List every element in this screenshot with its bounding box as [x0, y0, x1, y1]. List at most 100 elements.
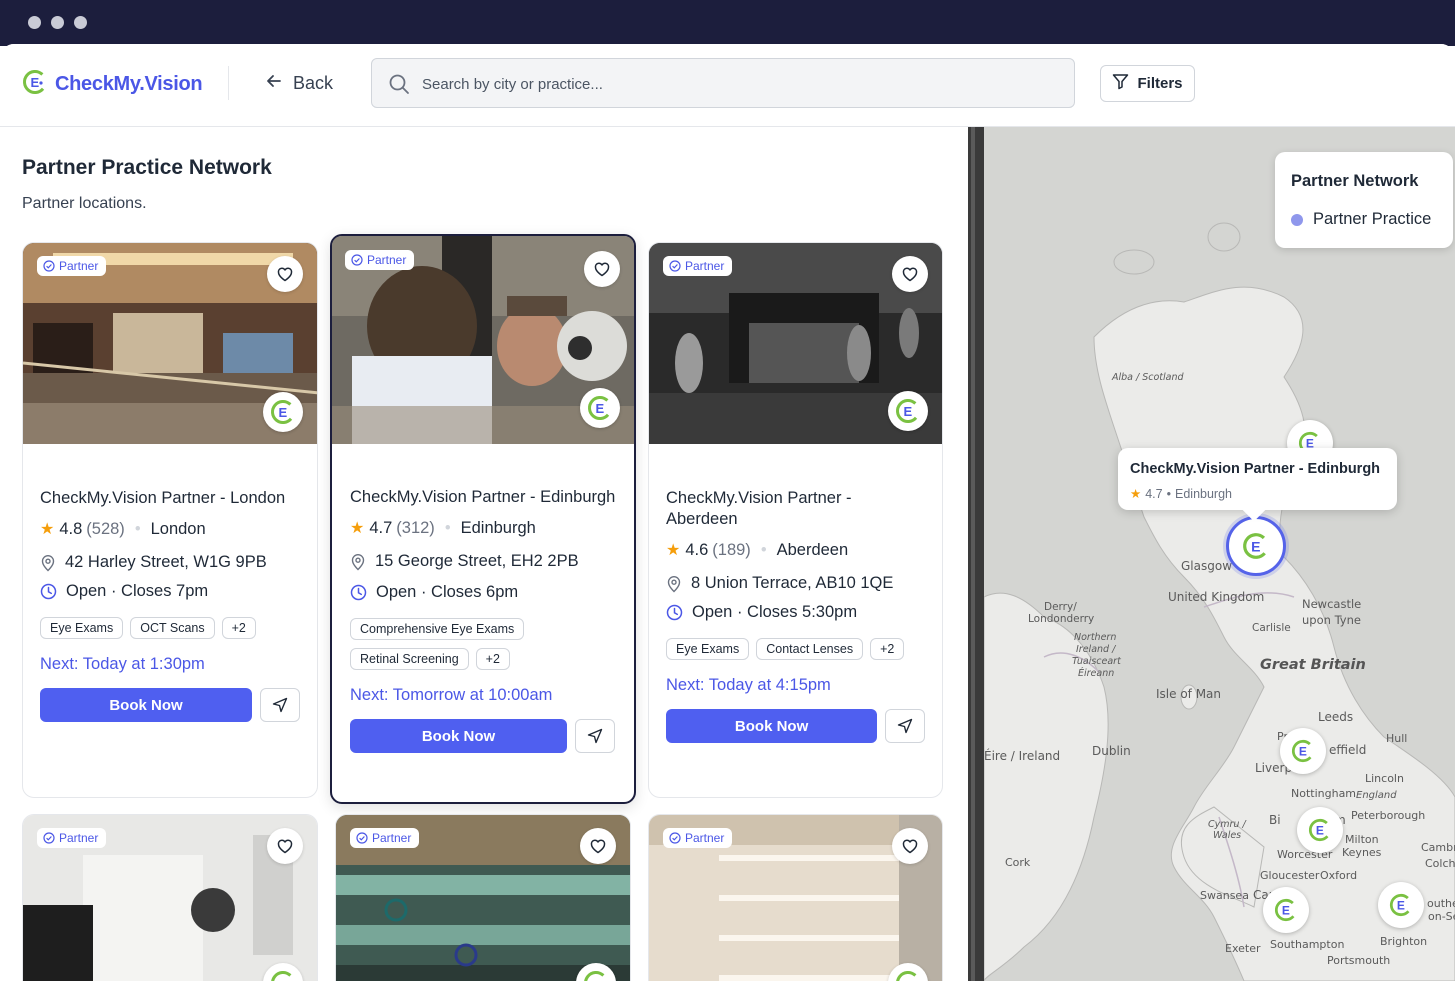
practice-card-edinburgh[interactable]: Partner E CheckMy.Vision Partner - Edinb… — [330, 234, 636, 804]
opening-hours: Open · Closes 6pm — [376, 583, 519, 601]
separator-dot: • — [760, 540, 767, 559]
map-label-newcastle-2: upon Tyne — [1302, 613, 1361, 627]
check-circle-icon — [351, 254, 363, 266]
map-label-milton-2: Keynes — [1342, 846, 1382, 859]
svg-text:E: E — [279, 405, 288, 420]
svg-text:E: E — [1397, 899, 1405, 913]
clock-icon — [350, 584, 367, 601]
opening-hours: Open · Closes 5:30pm — [692, 603, 858, 621]
more-tags-badge[interactable]: +2 — [221, 617, 256, 639]
map-marker-london[interactable]: E — [1378, 882, 1424, 928]
service-tag: Eye Exams — [40, 617, 124, 639]
favorite-button[interactable] — [267, 256, 303, 292]
scrollbar-thumb[interactable] — [971, 127, 975, 981]
favorite-button[interactable] — [584, 251, 620, 287]
practice-card-6[interactable]: Partner — [648, 814, 943, 981]
rating-value: 4.8 — [59, 519, 83, 538]
map-label-hull: Hull — [1386, 732, 1408, 745]
partner-badge-label: Partner — [59, 831, 99, 845]
map-marker-birmingham[interactable]: E — [1297, 807, 1343, 853]
next-availability: Next: Tomorrow at 10:00am — [350, 686, 553, 704]
map-label-great-britain: Great Britain — [1260, 657, 1366, 673]
practice-card-5[interactable]: Partner — [335, 814, 631, 981]
navigation-arrow-icon — [272, 697, 288, 713]
filters-button[interactable]: Filters — [1100, 65, 1195, 102]
partner-badge-label: Partner — [685, 259, 725, 273]
window-control-maximize[interactable] — [74, 16, 87, 29]
window-control-close[interactable] — [28, 16, 41, 29]
service-tag: Contact Lenses — [756, 638, 864, 660]
search-input[interactable] — [422, 71, 1042, 97]
favorite-button[interactable] — [892, 828, 928, 864]
service-tag: Retinal Screening — [350, 648, 469, 670]
map-label-portsmouth: Portsmouth — [1327, 954, 1391, 967]
panel-scrollbar[interactable] — [968, 127, 984, 981]
map-marker-bristol[interactable]: E — [1263, 887, 1309, 933]
map-marker-manchester[interactable]: E — [1280, 728, 1326, 774]
rating-value: 4.6 — [685, 540, 709, 559]
practice-name: CheckMy.Vision Partner - Edinburgh — [350, 488, 616, 506]
book-now-button[interactable]: Book Now — [666, 709, 878, 743]
card-actions: Book Now — [40, 688, 300, 722]
card-actions: Book Now — [666, 709, 925, 743]
map-label-swansea: Swansea — [1200, 889, 1249, 902]
map-label-uk: United Kingdom — [1168, 590, 1265, 604]
favorite-button[interactable] — [267, 828, 303, 864]
address-row: 42 Harley Street, W1G 9PB — [40, 553, 300, 572]
map-label-gloucester: Gloucester — [1260, 869, 1320, 882]
book-now-button[interactable]: Book Now — [350, 719, 567, 753]
service-tag: Eye Exams — [666, 638, 750, 660]
address-row: 15 George Street, EH2 2PB — [350, 552, 616, 571]
tooltip-city: Edinburgh — [1175, 486, 1232, 501]
card-body: CheckMy.Vision Partner - Edinburgh ★ 4.7… — [350, 487, 616, 753]
address: 8 Union Terrace, AB10 1QE — [691, 574, 894, 592]
rating-value: 4.7 — [369, 518, 393, 537]
review-count: (189) — [712, 540, 751, 559]
hours-row: Open · Closes 6pm — [350, 583, 616, 602]
practice-card-4[interactable]: Partner — [22, 814, 318, 981]
star-icon: ★ — [40, 521, 55, 538]
top-header: E CheckMy.Vision Back Filters — [0, 44, 1455, 127]
filter-icon — [1112, 73, 1129, 94]
rating-row: ★ 4.7 (312) • Edinburgh — [350, 518, 616, 538]
address: 15 George Street, EH2 2PB — [375, 552, 579, 570]
window-control-minimize[interactable] — [51, 16, 64, 29]
check-circle-icon — [669, 260, 681, 272]
map-label-scotland: Alba / Scotland — [1112, 372, 1184, 383]
hours-row: Open · Closes 7pm — [40, 582, 300, 601]
address-row: 8 Union Terrace, AB10 1QE — [666, 574, 925, 593]
more-tags-badge[interactable]: +2 — [870, 638, 905, 660]
page-title: Partner Practice Network — [22, 156, 272, 179]
legend-item-label: Partner Practice — [1313, 210, 1432, 228]
back-button[interactable]: Back — [264, 71, 333, 96]
heart-icon — [277, 267, 293, 282]
map-label-ni-2: Ireland / — [1076, 644, 1116, 655]
window-titlebar — [0, 0, 1455, 46]
directions-button[interactable] — [260, 688, 300, 722]
map-label-colchester: Colche — [1425, 857, 1455, 870]
tooltip-rating: 4.7 — [1145, 486, 1163, 501]
book-now-button[interactable]: Book Now — [40, 688, 252, 722]
uk-map-land — [984, 127, 1455, 981]
map-label-england: England — [1356, 790, 1397, 801]
map-view[interactable]: Alba / Scotland Glasgow United Kingdom N… — [984, 127, 1455, 981]
search-bar[interactable] — [371, 58, 1075, 108]
hours-row: Open · Closes 5:30pm — [666, 603, 925, 622]
map-label-sheffield: effield — [1329, 743, 1367, 757]
directions-button[interactable] — [575, 719, 615, 753]
favorite-button[interactable] — [580, 828, 616, 864]
favorite-button[interactable] — [892, 256, 928, 292]
map-label-ni-1: Northern — [1074, 632, 1117, 643]
practice-card-london[interactable]: Partner E CheckMy.Vision Partner - Londo… — [22, 242, 318, 798]
map-label-londonderry: Londonderry — [1028, 613, 1095, 625]
directions-button[interactable] — [885, 709, 925, 743]
practice-card-aberdeen[interactable]: Partner E CheckMy.Vision Partner - Aberd… — [648, 242, 943, 798]
clock-icon — [40, 583, 57, 600]
partner-badge-label: Partner — [372, 831, 412, 845]
review-count: (312) — [396, 518, 435, 537]
map-marker-edinburgh-selected[interactable]: E — [1226, 516, 1286, 576]
check-circle-icon — [669, 832, 681, 844]
more-tags-badge[interactable]: +2 — [475, 648, 510, 670]
brand-logo[interactable]: E CheckMy.Vision — [22, 69, 203, 100]
partner-badge: Partner — [663, 256, 733, 276]
